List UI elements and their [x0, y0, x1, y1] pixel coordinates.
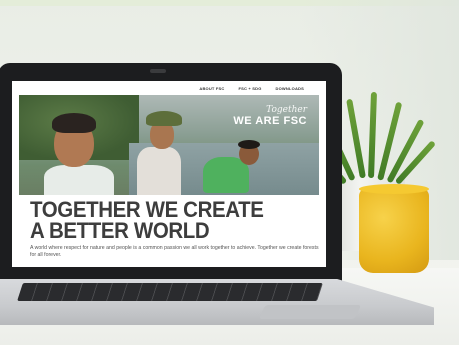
- nav-downloads[interactable]: DOWNLOADS: [276, 86, 304, 91]
- webcam-icon: [150, 69, 166, 73]
- keyboard: [17, 283, 323, 301]
- hero-tagline-script: Together: [266, 105, 307, 115]
- boy-right-hair: [238, 140, 260, 149]
- hero-tagline-strong: WE ARE FSC: [233, 115, 307, 127]
- page-headline: TOGETHER WE CREATE A BETTER WORLD: [30, 197, 272, 243]
- body-text: A world where respect for nature and peo…: [30, 245, 319, 258]
- yellow-mug: [359, 188, 429, 273]
- mug-rim: [359, 184, 429, 194]
- site-nav: ABOUT FSC FSC + SDG DOWNLOADS: [12, 81, 326, 95]
- boy-left-shirt: [44, 165, 114, 195]
- boy-middle-cap: [146, 111, 182, 126]
- hero-tagline: Together WE ARE FSC: [233, 105, 307, 127]
- headline-line-2: A BETTER WORLD: [30, 218, 210, 243]
- trackpad: [258, 305, 362, 319]
- nav-sdg[interactable]: FSC + SDG: [239, 86, 262, 91]
- headline-line-1: TOGETHER WE CREATE: [30, 197, 264, 222]
- photo-scene: ABOUT FSC FSC + SDG DOWNLOADS Together W…: [0, 0, 459, 345]
- boy-left-hair: [52, 113, 96, 133]
- hero-image: Together WE ARE FSC: [19, 95, 319, 195]
- nav-about[interactable]: ABOUT FSC: [199, 86, 224, 91]
- boy-middle-shirt: [137, 147, 181, 195]
- laptop-screen: ABOUT FSC FSC + SDG DOWNLOADS Together W…: [12, 81, 326, 267]
